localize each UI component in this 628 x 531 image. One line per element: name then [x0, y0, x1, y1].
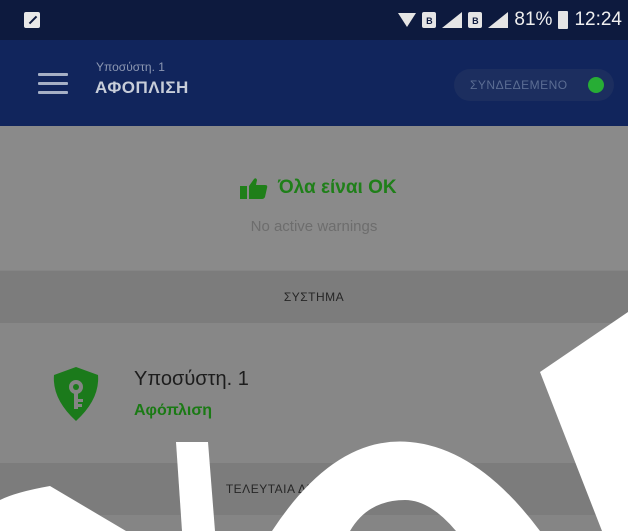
connection-label: ΣΥΝΔΕΔΕΜΕΝΟ [470, 78, 568, 92]
notification-icon [24, 12, 40, 28]
signal-icon-2 [488, 12, 509, 28]
system-name: Υποσύστη. 1 [134, 368, 249, 390]
status-title: Όλα είναι ΟΚ [278, 177, 397, 198]
status-icons: B B 81% 12:24 [398, 8, 622, 32]
battery-icon [558, 11, 569, 29]
section-header-activity: ΤΕΛΕΥΤΑΙΑ ΔΡΑΣΤΗΡΙΟΤΗΤΑ [0, 463, 628, 515]
thumbs-up-icon [240, 178, 268, 199]
shield-key-icon [53, 367, 99, 421]
clock: 12:24 [574, 9, 622, 30]
sim-icon: B [422, 12, 437, 28]
connection-dot-icon [588, 77, 604, 93]
section-header-system: ΣΥΣΤΗΜΑ [0, 271, 628, 323]
page-title: ΑΦΟΠΛΙΣΗ [95, 78, 189, 97]
battery-percent: 81% [514, 9, 553, 30]
appbar-subtitle: Υποσύστη. 1 [96, 60, 165, 74]
status-subtitle: No active warnings [250, 218, 378, 235]
signal-icon [442, 12, 463, 28]
sim-icon-2: B [468, 12, 483, 28]
connection-status-badge[interactable]: ΣΥΝΔΕΔΕΜΕΝΟ [454, 69, 614, 101]
status-bar: B B 81% 12:24 [0, 0, 628, 40]
menu-icon[interactable] [38, 73, 68, 95]
system-state: Αφόπλιση [134, 402, 213, 419]
wifi-icon [398, 13, 417, 27]
